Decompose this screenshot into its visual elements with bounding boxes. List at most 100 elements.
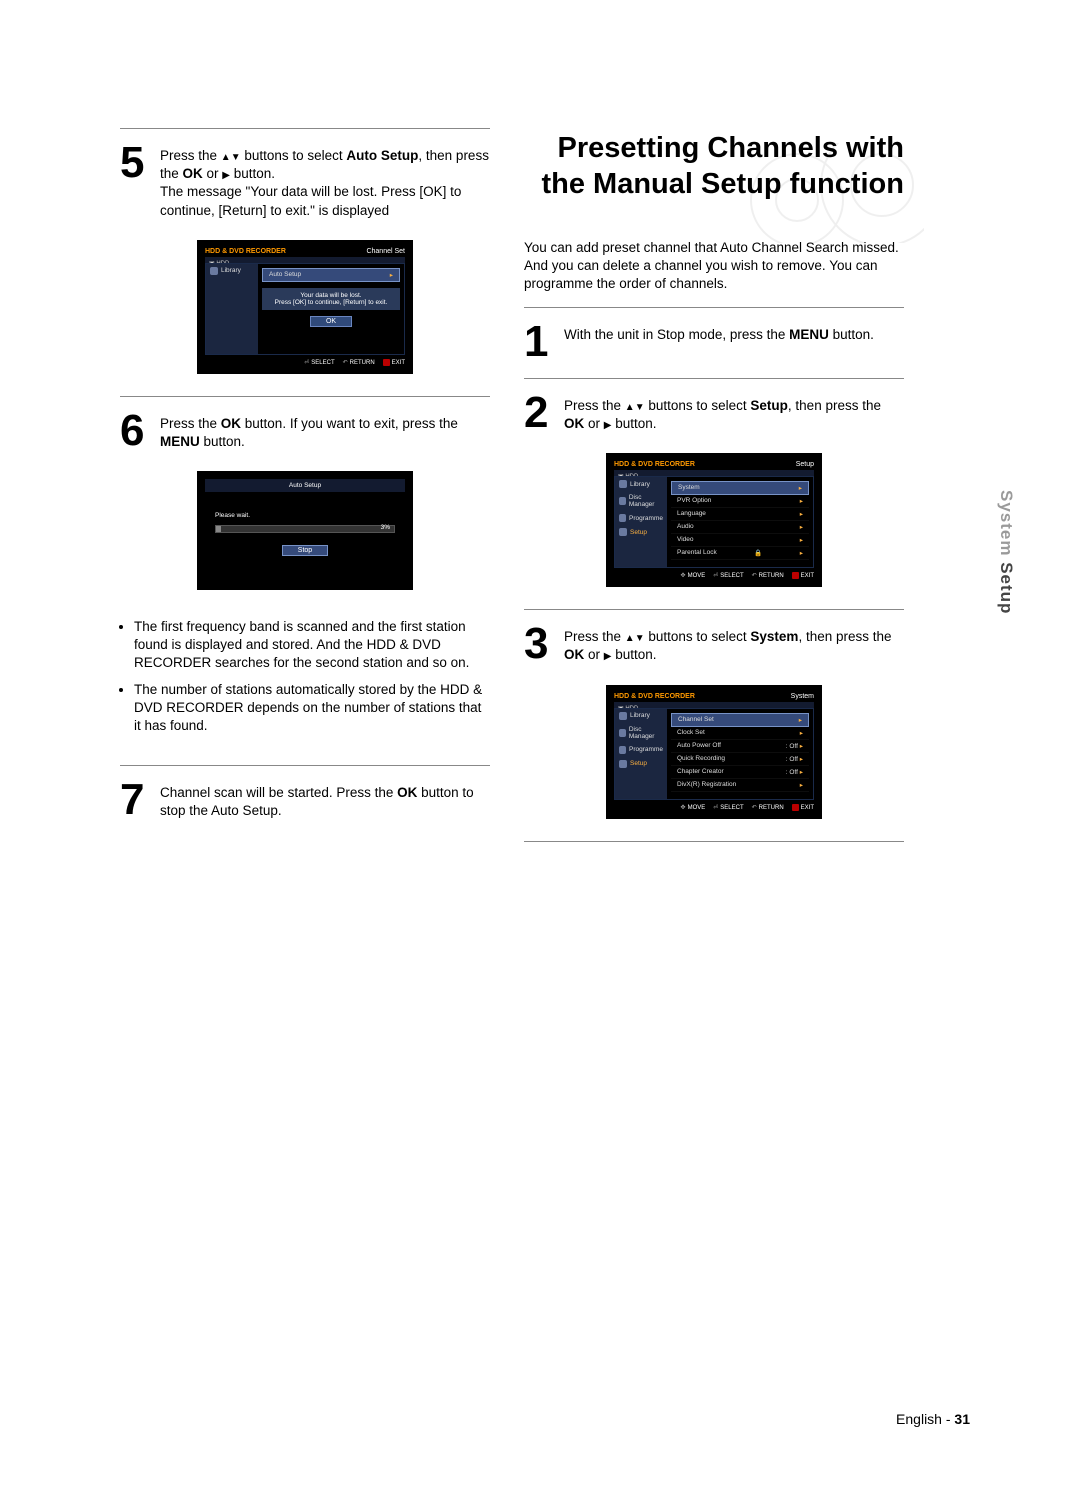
select-hint: ⏎SELECT bbox=[713, 804, 743, 811]
folder-icon bbox=[619, 480, 627, 488]
step-number: 3 bbox=[524, 624, 554, 664]
osd-header: HDD & DVD RECORDER Channel Set bbox=[205, 248, 405, 257]
osd-main: Channel Set▸ Clock Set▸ Auto Power Off: … bbox=[667, 709, 813, 796]
sidebar-item: Programme bbox=[615, 511, 667, 525]
osd-header: HDD & DVD RECORDER Setup bbox=[614, 461, 814, 470]
menu-row: Audio ▸ bbox=[671, 521, 809, 534]
exit-hint: EXIT bbox=[792, 572, 814, 579]
step-5: 5 Press the buttons to select Auto Setup… bbox=[120, 139, 490, 228]
right-column: Presetting Channels with the Manual Setu… bbox=[524, 120, 904, 852]
row-label: Video bbox=[677, 536, 694, 544]
row-label: Language bbox=[677, 510, 706, 518]
right-arrow-icon: ▸ bbox=[800, 536, 803, 544]
row-label: Auto Setup bbox=[269, 271, 301, 279]
clock-icon bbox=[619, 746, 626, 754]
step-6: 6 Press the OK button. If you want to ex… bbox=[120, 407, 490, 459]
right-arrow-icon: ▸ bbox=[800, 729, 803, 737]
sidebar-label: Library bbox=[630, 481, 650, 488]
osd-message: Your data will be lost. Press [OK] to co… bbox=[262, 288, 400, 310]
return-icon: ↶ bbox=[752, 805, 757, 811]
sidebar-label: Setup bbox=[630, 760, 647, 767]
folder-icon bbox=[210, 267, 218, 275]
osd-system: HDD & DVD RECORDER System ▣ HDD Library … bbox=[606, 685, 822, 819]
osd-brand: HDD & DVD RECORDER bbox=[614, 461, 695, 468]
text: Channel scan will be started. Press the bbox=[160, 785, 397, 800]
progress-fill bbox=[216, 526, 221, 532]
note-item: The number of stations automatically sto… bbox=[134, 681, 490, 736]
sidebar-label: Library bbox=[630, 712, 650, 719]
intro-text: You can add preset channel that Auto Cha… bbox=[524, 233, 904, 300]
divider bbox=[524, 609, 904, 610]
divider bbox=[524, 307, 904, 308]
menu-row: Quick Recording: Off ▸ bbox=[671, 753, 809, 766]
label: MOVE bbox=[688, 573, 706, 579]
bold: OK bbox=[564, 416, 584, 431]
text: button. bbox=[829, 327, 874, 342]
side-tab-text-dark: Setup bbox=[997, 562, 1016, 614]
right-arrow-icon: ▸ bbox=[800, 769, 803, 776]
step-3: 3 Press the buttons to select System, th… bbox=[524, 620, 904, 672]
text: button. If you want to exit, press the bbox=[241, 416, 458, 431]
label: RETURN bbox=[350, 360, 375, 366]
text: Press the bbox=[160, 148, 221, 163]
menu-auto-setup: Auto Setup▸ bbox=[262, 268, 400, 282]
select-hint: ⏎SELECT bbox=[713, 572, 743, 579]
row-label: Audio bbox=[677, 523, 694, 531]
exit-icon bbox=[383, 359, 390, 366]
text: button. bbox=[611, 416, 656, 431]
osd-title: Channel Set bbox=[366, 248, 405, 255]
osd-body: Please wait. 3% Stop bbox=[205, 492, 405, 582]
osd-footer: ✥MOVE ⏎SELECT ↶RETURN EXIT bbox=[614, 800, 814, 811]
step-number: 1 bbox=[524, 322, 554, 362]
right-arrow-icon: ▸ bbox=[800, 743, 803, 750]
bold: OK bbox=[564, 647, 584, 662]
sidebar-label: Library bbox=[221, 267, 241, 274]
right-arrow-icon: ▸ bbox=[799, 484, 802, 492]
sidebar-label: Disc Manager bbox=[629, 726, 663, 740]
osd-body: Library Auto Setup▸ Your data will be lo… bbox=[205, 263, 405, 355]
text: button. bbox=[230, 166, 275, 181]
left-column: 5 Press the buttons to select Auto Setup… bbox=[120, 120, 490, 852]
text: Press the bbox=[564, 398, 625, 413]
text: With the unit in Stop mode, press the bbox=[564, 327, 789, 342]
return-hint: ↶RETURN bbox=[752, 804, 784, 811]
text: button. bbox=[611, 647, 656, 662]
up-icon bbox=[625, 629, 635, 644]
sidebar-label: Programme bbox=[629, 746, 663, 753]
down-icon bbox=[635, 398, 645, 413]
sidebar-label: Programme bbox=[629, 515, 663, 522]
text: Press the bbox=[564, 629, 625, 644]
progress-bar: 3% bbox=[215, 525, 395, 533]
osd-auto-setup: Auto Setup Please wait. 3% Stop bbox=[197, 471, 413, 590]
folder-icon bbox=[619, 712, 627, 720]
sidebar-item-setup: Setup bbox=[615, 525, 667, 539]
ok-button: OK bbox=[310, 316, 352, 327]
row-label: Auto Power Off bbox=[677, 742, 721, 750]
msg-line: Press [OK] to continue, [Return] to exit… bbox=[264, 299, 398, 306]
right-arrow-icon: ▸ bbox=[800, 781, 803, 789]
section-title: Presetting Channels with the Manual Setu… bbox=[524, 120, 904, 233]
label: SELECT bbox=[720, 573, 743, 579]
osd-title: Setup bbox=[796, 461, 814, 468]
right-arrow-icon: ▸ bbox=[800, 523, 803, 531]
move-icon: ✥ bbox=[681, 573, 686, 579]
osd-body: Library Disc Manager Programme Setup Sys… bbox=[614, 476, 814, 568]
down-icon bbox=[635, 629, 645, 644]
bold: OK bbox=[183, 166, 203, 181]
osd-sidebar: Library Disc Manager Programme Setup bbox=[615, 477, 667, 567]
bold: MENU bbox=[160, 434, 200, 449]
divider bbox=[524, 378, 904, 379]
osd-brand: HDD & DVD RECORDER bbox=[205, 248, 286, 255]
step-2: 2 Press the buttons to select Setup, the… bbox=[524, 389, 904, 441]
step-text: Press the OK button. If you want to exit… bbox=[160, 411, 490, 451]
stop-button: Stop bbox=[282, 545, 328, 556]
osd-header: HDD & DVD RECORDER System bbox=[614, 693, 814, 702]
disc-icon bbox=[619, 729, 626, 737]
row-label: PVR Option bbox=[677, 497, 711, 505]
exit-hint: EXIT bbox=[383, 359, 405, 366]
row-label: System bbox=[678, 484, 700, 492]
row-value: : Off bbox=[786, 756, 798, 763]
row-label: Channel Set bbox=[678, 716, 714, 724]
row-label: Chapter Creator bbox=[677, 768, 724, 776]
right-arrow-icon: ▸ bbox=[800, 756, 803, 763]
